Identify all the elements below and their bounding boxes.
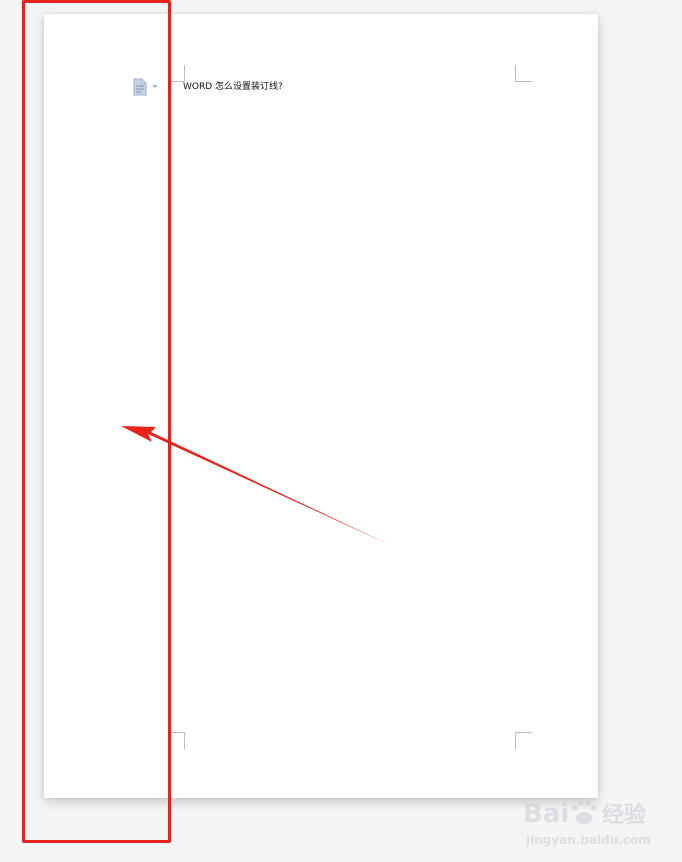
document-icon	[133, 78, 158, 96]
watermark-url: jingyan.baidu.com	[525, 833, 651, 847]
bottom-left-margin-mark	[168, 732, 185, 749]
chevron-down-icon	[152, 85, 158, 88]
document-title[interactable]: WORD 怎么设置装订线?	[183, 81, 283, 93]
watermark-brand-suffix: 经验	[602, 802, 646, 828]
top-right-margin-mark	[515, 65, 532, 82]
baidu-jingyan-watermark: Bai 经验 jingyan.baidu.com	[523, 799, 651, 847]
watermark-brand: Bai	[523, 799, 569, 829]
top-left-margin-mark	[168, 65, 185, 82]
bottom-right-margin-mark	[515, 732, 532, 749]
paragraph-options-button[interactable]	[132, 78, 162, 96]
paw-icon	[572, 800, 597, 824]
document-page[interactable]: WORD 怎么设置装订线?	[44, 14, 598, 798]
